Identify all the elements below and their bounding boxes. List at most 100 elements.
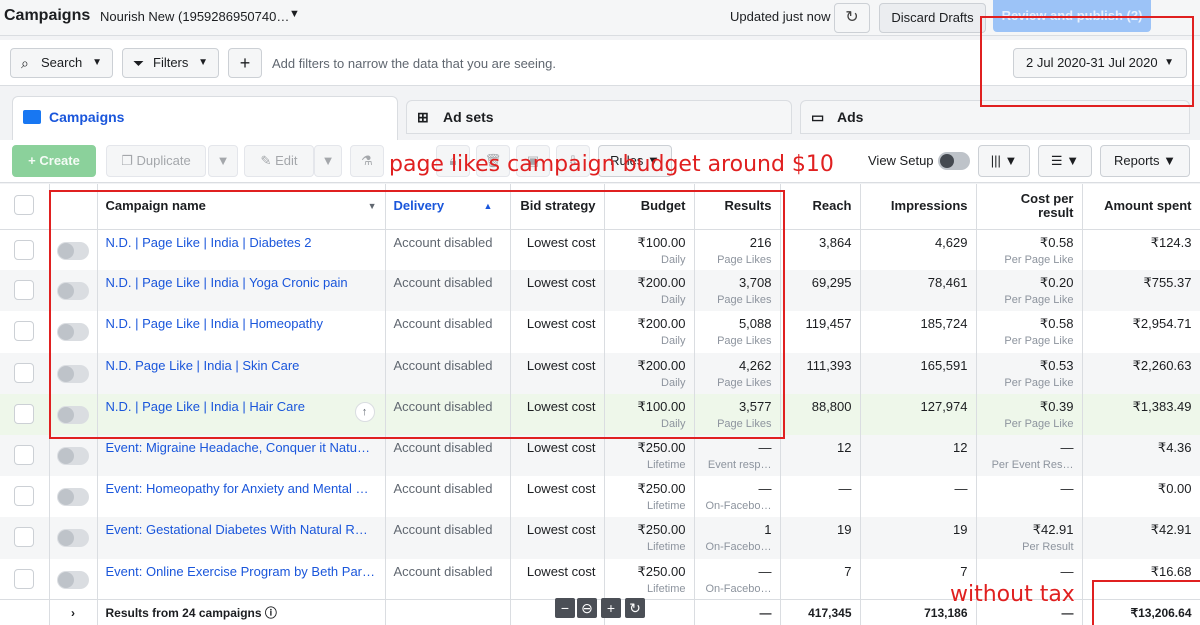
row-checkbox[interactable] <box>14 403 35 424</box>
cpr-value: — <box>1060 439 1074 455</box>
grid-icon: ⊞ <box>417 109 429 125</box>
create-button[interactable]: + Create <box>12 145 96 177</box>
column-header-spent[interactable]: Amount spent <box>1082 184 1200 230</box>
campaign-name-link[interactable]: Event: Gestational Diabetes With Natural… <box>106 522 368 537</box>
cpr-type: Per Page Like <box>1004 294 1074 307</box>
discard-drafts-button[interactable]: Discard Drafts <box>879 3 986 33</box>
account-selector[interactable]: Nourish New (1959286950740… <box>100 9 289 24</box>
row-checkbox[interactable] <box>14 280 35 301</box>
delivery-cell: Account disabled <box>385 434 511 477</box>
spent-cell: ₹124.3 <box>1082 229 1200 271</box>
budget-cell[interactable]: ₹250.00 Lifetime <box>604 434 695 477</box>
chevron-down-icon[interactable]: ▼ <box>289 8 300 20</box>
plus-icon: + <box>606 600 616 616</box>
spent-cell: ₹2,954.71 <box>1082 311 1200 353</box>
campaign-name-link[interactable]: Event: Migraine Headache, Conquer it Nat… <box>106 440 370 455</box>
filter-hint: Add filters to narrow the data that you … <box>272 56 557 71</box>
column-header-reach[interactable]: Reach <box>780 184 861 230</box>
bid-cell: Lowest cost <box>510 434 605 477</box>
results-type: On-Facebo… <box>705 500 772 513</box>
zoom-out-button[interactable]: − <box>555 598 575 618</box>
row-checkbox[interactable] <box>14 321 35 342</box>
page-title: Campaigns <box>4 7 91 24</box>
refresh-icon: ↻ <box>845 9 859 26</box>
row-toggle-cell <box>49 517 98 559</box>
campaign-name-cell: Event: Online Exercise Program by Beth P… <box>97 558 386 600</box>
budget-cell[interactable]: ₹250.00 Lifetime <box>604 476 695 518</box>
campaign-name-cell: Event: Homeopathy for Anxiety and Mental… <box>97 476 386 518</box>
row-checkbox[interactable] <box>14 444 35 465</box>
cpr-type: Per Page Like <box>1004 335 1074 348</box>
reach-cell: 19 <box>780 517 861 559</box>
view-setup-toggle[interactable] <box>938 152 970 170</box>
campaign-toggle[interactable] <box>57 570 89 589</box>
filters-label: Filters <box>153 55 189 70</box>
row-checkbox[interactable] <box>14 239 35 260</box>
cpr-value: — <box>1060 563 1074 579</box>
reach-cell: 12 <box>780 434 861 477</box>
impressions-cell: 165,591 <box>860 352 977 394</box>
annotation-box-date <box>980 16 1194 107</box>
budget-type: Lifetime <box>646 500 686 513</box>
row-checkbox-cell <box>0 517 50 559</box>
row-checkbox[interactable] <box>14 486 35 507</box>
edit-button[interactable]: ✎ Edit <box>244 145 314 177</box>
filters-button[interactable]: ⏷ Filters ▼ <box>122 48 219 78</box>
annotation-box-page-likes <box>49 190 785 439</box>
campaign-toggle[interactable] <box>57 529 89 548</box>
add-filter-button[interactable]: + <box>228 48 262 78</box>
rotate-button[interactable]: ↻ <box>625 598 645 618</box>
reach-cell: 119,457 <box>780 311 861 353</box>
results-cell: — On-Facebo… <box>694 476 781 518</box>
edit-label: Edit <box>275 153 298 168</box>
budget-cell[interactable]: ₹250.00 Lifetime <box>604 517 695 559</box>
columns-button[interactable]: ||| ▼ <box>978 145 1030 177</box>
table-row[interactable]: Event: Homeopathy for Anxiety and Mental… <box>0 476 1200 518</box>
cpr-type: Per Page Like <box>1004 253 1074 266</box>
breakdown-button[interactable]: ☰ ▼ <box>1038 145 1092 177</box>
campaign-toggle[interactable] <box>57 488 89 507</box>
info-icon[interactable]: ⓘ <box>265 606 277 620</box>
cpr-type: Per Page Like <box>1004 417 1074 430</box>
campaign-toggle[interactable] <box>57 446 89 465</box>
rotate-icon: ↻ <box>629 600 641 616</box>
table-row[interactable]: Event: Gestational Diabetes With Natural… <box>0 517 1200 559</box>
totals-results: — <box>694 599 781 625</box>
column-header-cpr[interactable]: Cost per result <box>976 184 1083 230</box>
expand-icon[interactable]: › <box>49 599 98 625</box>
ab-test-button[interactable]: ⚗ <box>350 145 384 177</box>
tab-campaigns[interactable]: Campaigns <box>12 96 398 140</box>
cpr-value: ₹0.20 <box>1039 275 1074 291</box>
row-checkbox-cell <box>0 352 50 394</box>
row-checkbox-cell <box>0 558 50 600</box>
cpr-type: Per Event Res… <box>991 458 1074 471</box>
budget-value: ₹250.00 <box>637 563 686 579</box>
row-checkbox[interactable] <box>14 527 35 548</box>
column-label: Reach <box>812 198 852 214</box>
edit-dropdown[interactable]: ▼ <box>314 145 342 177</box>
duplicate-label: Duplicate <box>136 153 191 168</box>
select-all-checkbox[interactable] <box>14 194 35 215</box>
zoom-in-button[interactable]: + <box>601 598 621 618</box>
reports-button[interactable]: Reports ▼ <box>1100 145 1190 177</box>
budget-cell[interactable]: ₹250.00 Lifetime <box>604 558 695 600</box>
updated-status: Updated just now <box>730 9 831 24</box>
row-checkbox[interactable] <box>14 568 35 589</box>
row-checkbox[interactable] <box>14 362 35 383</box>
row-checkbox-cell <box>0 393 50 435</box>
search-button[interactable]: ⌕ Search ▼ <box>10 48 113 78</box>
tab-ad-sets[interactable]: ⊞ Ad sets <box>406 100 792 134</box>
tab-label: Campaigns <box>49 109 125 125</box>
duplicate-dropdown[interactable]: ▼ <box>208 145 238 177</box>
zoom-reset-button[interactable]: ⊖ <box>577 598 597 618</box>
funnel-icon: ⏷ <box>133 55 145 71</box>
table-row[interactable]: Event: Migraine Headache, Conquer it Nat… <box>0 434 1200 477</box>
campaign-name-link[interactable]: Event: Homeopathy for Anxiety and Mental… <box>106 481 369 496</box>
breakdown-icon: ☰ <box>1050 153 1063 168</box>
column-header-impressions[interactable]: Impressions <box>860 184 977 230</box>
reach-cell: 7 <box>780 558 861 600</box>
campaign-name-link[interactable]: Event: Online Exercise Program by Beth P… <box>106 564 376 579</box>
duplicate-button[interactable]: ❐ Duplicate <box>106 145 206 177</box>
cpr-value: ₹0.53 <box>1039 357 1074 373</box>
refresh-button[interactable]: ↻ <box>834 3 870 33</box>
